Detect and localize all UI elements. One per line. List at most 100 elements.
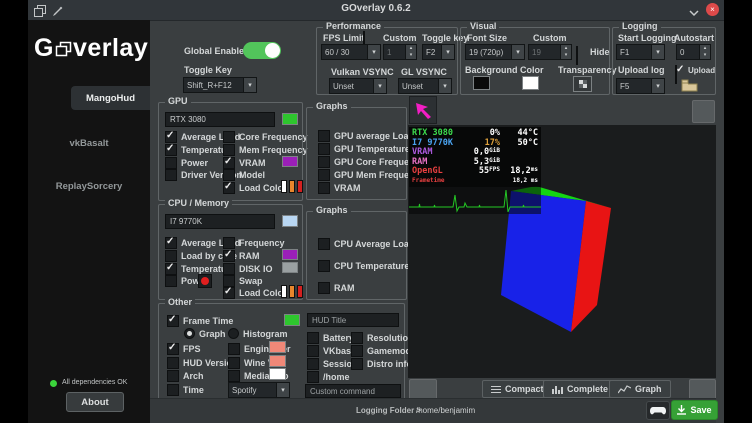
gpu-check-vram[interactable]: VRAM — [223, 157, 266, 168]
other-check-frame-time[interactable]: Frame Time — [167, 315, 233, 326]
about-button[interactable]: About — [66, 392, 124, 412]
transparency-button[interactable] — [573, 76, 592, 92]
fps-toggle-key-select[interactable]: F2▾ — [422, 44, 455, 60]
graph-check-gpu-average-load[interactable]: GPU average Load — [318, 130, 414, 141]
autostart-spinner[interactable]: 0 ▴▾ — [676, 44, 711, 60]
font-size-select[interactable]: 19 (720p)▾ — [465, 44, 525, 60]
gpu-text-color-swatch[interactable] — [282, 113, 298, 125]
sidebar-tab-vkbasalt[interactable]: vkBasalt — [28, 138, 150, 149]
other-check-battery[interactable]: Battery — [307, 332, 354, 343]
other-check-distro-info[interactable]: Distro info — [351, 358, 412, 369]
load-color-low-swatch[interactable] — [281, 180, 287, 193]
spinner-arrows-icon[interactable]: ▴▾ — [699, 45, 710, 59]
frame-time-histogram-radio[interactable]: Histogram — [228, 328, 288, 339]
ram-color-swatch[interactable] — [282, 249, 298, 260]
gpu-name-input[interactable] — [165, 112, 275, 127]
folder-button[interactable] — [681, 79, 698, 97]
gpu-check-power[interactable]: Power — [165, 157, 208, 168]
preview-top-right-button[interactable] — [692, 100, 715, 123]
background-color-swatch[interactable] — [473, 76, 490, 90]
graph-check-cpu-temperature[interactable]: CPU Temperature — [318, 260, 409, 271]
gamepad-button[interactable] — [646, 401, 670, 420]
bar-chart-icon — [552, 385, 563, 394]
spinner-arrows-icon[interactable]: ▴▾ — [560, 45, 571, 59]
other-check-session[interactable]: Session — [307, 358, 358, 369]
vram-color-swatch[interactable] — [282, 156, 298, 167]
close-icon[interactable]: × — [706, 3, 719, 16]
text-color-swatch[interactable] — [522, 76, 539, 90]
cpu-check-ram[interactable]: RAM — [223, 250, 260, 261]
preview-bottom-right-button[interactable] — [689, 379, 716, 400]
graph-button[interactable]: Graph — [609, 380, 671, 398]
other-check-home[interactable]: /home — [307, 371, 350, 382]
gpu-check-model[interactable]: Model — [223, 169, 265, 180]
graph-check-vram[interactable]: VRAM — [318, 182, 361, 193]
color-label: Color — [520, 65, 544, 75]
logging-folder-path[interactable]: /home/benjamim — [416, 406, 475, 415]
graph-check-gpu-temperature[interactable]: GPU Temperature — [318, 143, 410, 154]
compact-button[interactable]: Compact — [482, 380, 553, 398]
hud-frametime-value: 18,2 ms — [500, 177, 538, 184]
cpu-load-color-high-swatch[interactable] — [297, 285, 303, 298]
start-logging-select[interactable]: F1▾ — [616, 44, 665, 60]
graph-check-cpu-average-load[interactable]: CPU Average Load — [318, 238, 414, 249]
cpu-check-disk-io[interactable]: DISK IO — [223, 263, 273, 274]
minimize-chevron-icon[interactable] — [688, 5, 700, 23]
fps-limit-select[interactable]: 60 / 30▾ — [321, 44, 381, 60]
toggle-key-select[interactable]: Shift_R+F12 ▾ — [183, 77, 257, 93]
cpu-text-color-swatch[interactable] — [282, 215, 298, 227]
load-color-mid-swatch[interactable] — [289, 180, 295, 193]
load-color-high-swatch[interactable] — [297, 180, 303, 193]
complete-button[interactable]: Complete — [543, 380, 617, 398]
cpu-load-color-low-swatch[interactable] — [281, 285, 287, 298]
media-info-color-swatch[interactable] — [269, 368, 286, 380]
save-button[interactable]: Save — [671, 400, 718, 420]
hud-title-input[interactable] — [307, 313, 399, 327]
wine-ver-color-swatch[interactable] — [269, 355, 286, 367]
gpu-check-mem-frequency[interactable]: Mem Frequency — [223, 144, 308, 155]
hide-checkbox[interactable] — [576, 46, 578, 65]
fps-limit-label: FPS Limit — [323, 33, 365, 43]
cpu-load-color-mid-swatch[interactable] — [289, 285, 295, 298]
cpu-check-frequency[interactable]: Frequency — [223, 237, 285, 248]
logo-text-right: verlay — [73, 34, 148, 63]
sidebar-tab-mangohud[interactable]: MangoHud — [71, 86, 150, 110]
download-icon — [677, 405, 686, 415]
frame-time-color-swatch[interactable] — [284, 314, 300, 326]
app-logo: G verlay — [34, 32, 148, 65]
other-check-gamemode[interactable]: Gamemode — [351, 345, 416, 356]
gl-vsync-select[interactable]: Unset▾ — [398, 78, 452, 94]
vulkan-vsync-select[interactable]: Unset▾ — [329, 78, 387, 94]
folder-icon — [681, 79, 698, 92]
custom-fps-spinner[interactable]: 1 ▴▾ — [383, 44, 417, 60]
other-check-arch[interactable]: Arch — [167, 370, 204, 381]
global-enable-toggle[interactable] — [243, 42, 281, 59]
cpu-check-swap[interactable]: Swap — [223, 275, 263, 286]
custom-font-spinner[interactable]: 19 ▴▾ — [528, 44, 572, 60]
upload-checkbox[interactable] — [675, 65, 677, 84]
other-check-resolution[interactable]: Resolution — [351, 332, 414, 343]
spinner-arrows-icon[interactable]: ▴▾ — [405, 45, 416, 59]
preview-bottom-left-button[interactable] — [409, 379, 437, 400]
cpu-name-input[interactable] — [165, 214, 275, 229]
engine-ver-color-swatch[interactable] — [269, 341, 286, 353]
media-player-select[interactable]: Spotify▾ — [228, 382, 290, 398]
line-graph-icon — [618, 384, 631, 394]
disk-io-color-swatch[interactable] — [282, 262, 298, 273]
graph-check-ram[interactable]: RAM — [318, 282, 355, 293]
gpu-check-core-frequency[interactable]: Core Frequency — [223, 131, 308, 142]
cpu-check-load-color[interactable]: Load Color — [223, 287, 287, 298]
other-check-fps[interactable]: FPS — [167, 343, 201, 354]
cpu-power-color-button[interactable] — [198, 274, 212, 288]
hud-frametime-label: Frametime — [412, 177, 464, 184]
other-check-hud-version[interactable]: HUD Version — [167, 357, 238, 368]
other-check-time[interactable]: Time — [167, 384, 204, 395]
magenta-cursor-icon — [413, 100, 433, 120]
gpu-check-load-color[interactable]: Load Color — [223, 182, 287, 193]
frame-time-graph-radio[interactable]: Graph — [184, 328, 226, 339]
upload-log-select[interactable]: F5▾ — [616, 78, 665, 94]
sidebar-tab-replaysorcery[interactable]: ReplaySorcery — [28, 181, 150, 192]
cursor-arrow-button[interactable] — [409, 96, 437, 124]
custom-command-input[interactable] — [305, 384, 401, 398]
upload-log-label: Upload log — [618, 65, 665, 75]
